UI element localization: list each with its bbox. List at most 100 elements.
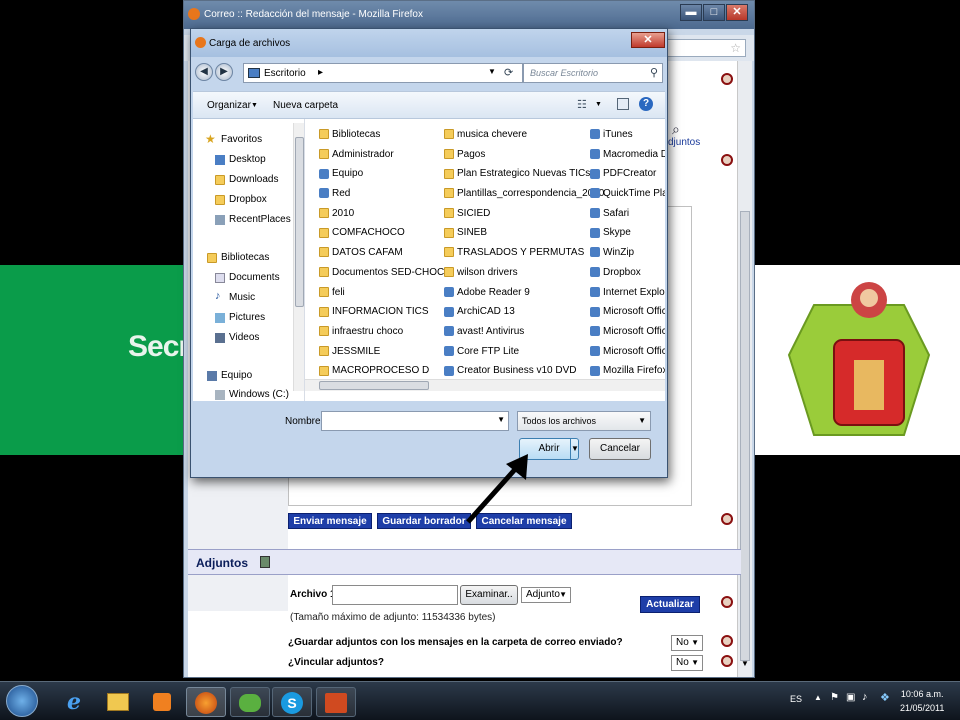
link-attachments-select[interactable]: No ▼ [671,655,703,671]
page-scrollbar-thumb[interactable] [740,211,750,661]
file-list-item[interactable]: Dropbox [590,267,665,287]
file-list-item[interactable]: Bibliotecas [319,129,439,149]
adjuntos-link[interactable]: djuntos [668,137,700,148]
file-list-item[interactable]: Macromedia Dre [590,149,665,169]
language-indicator[interactable]: ES [790,694,802,704]
sidebar-item-dropbox[interactable]: Dropbox [229,194,267,205]
favorites-header[interactable]: Favoritos [221,134,262,145]
sidebar-item-downloads[interactable]: Downloads [229,174,278,185]
save-draft-button[interactable]: Guardar borrador [377,513,471,529]
file-list-item[interactable]: Internet Explorer [590,287,665,307]
file-list-item[interactable]: Administrador [319,149,439,169]
file-list-item[interactable]: COMFACHOCO [319,227,439,247]
file-list-item[interactable]: Skype [590,227,665,247]
filename-input[interactable]: ▼ [321,411,509,431]
file-list-item[interactable]: JESSMILE [319,346,439,366]
computer-header[interactable]: Equipo [221,370,252,381]
help-icon[interactable] [721,513,733,525]
search-icon[interactable]: ⚲ [650,66,658,79]
browse-button[interactable]: Examinar.. [460,585,518,605]
navigation-scrollbar-thumb[interactable] [295,137,304,307]
maximize-button[interactable]: □ [703,4,725,21]
sidebar-item-recentplaces[interactable]: RecentPlaces [229,214,291,225]
file-list-item[interactable]: Microsoft Office [590,306,665,326]
clock[interactable]: 10:06 a.m. 21/05/2011 [900,687,944,715]
organize-menu[interactable]: Organizar [207,100,251,111]
file-list-item[interactable]: feli [319,287,439,307]
volume-icon[interactable]: ♪ [862,691,868,703]
powerpoint-icon[interactable] [316,687,356,717]
file-list-item[interactable]: SINEB [444,227,586,247]
sidebar-item-videos[interactable]: Videos [229,332,259,343]
sidebar-item-documents[interactable]: Documents [229,272,280,283]
back-arrow-icon[interactable]: ◀ [195,63,213,81]
file-list-item[interactable]: INFORMACION TICS [319,306,439,326]
file-input[interactable] [332,585,458,605]
cancel-button[interactable]: Cancelar [589,438,651,460]
file-list-item[interactable]: Documentos SED-CHOCO [319,267,452,287]
file-list-item[interactable]: Microsoft Office [590,346,665,366]
help-icon[interactable] [721,73,733,85]
start-button[interactable] [6,685,38,717]
file-list-hscrollbar[interactable] [305,379,665,391]
file-list-hscrollbar-thumb[interactable] [319,381,429,390]
internet-explorer-icon[interactable]: e [54,687,94,717]
navigation-scrollbar[interactable] [293,123,304,391]
file-list-item[interactable]: Plan Estrategico Nuevas TICs [444,168,590,188]
explorer-icon[interactable] [98,687,138,717]
url-field-end[interactable]: ☆ [664,39,746,57]
sidebar-item-desktop[interactable]: Desktop [229,154,266,165]
file-list-item[interactable]: ArchiCAD 13 [444,306,586,326]
file-list-item[interactable]: QuickTime Playe [590,188,665,208]
file-list-item[interactable]: iTunes [590,129,665,149]
help-icon[interactable] [721,655,733,667]
sidebar-item-music[interactable]: Music [229,292,255,303]
chevron-down-icon[interactable]: ▼ [497,415,505,424]
chevron-down-icon[interactable]: ▼ [595,101,602,108]
view-options-icon[interactable]: ☷ [577,98,587,111]
path-separator-icon[interactable]: ▸ [318,67,323,78]
show-hidden-icons-icon[interactable]: ▲ [814,693,822,702]
file-list-item[interactable]: avast! Antivirus [444,326,586,346]
close-button[interactable]: ✕ [726,4,748,21]
file-list-item[interactable]: Adobe Reader 9 [444,287,586,307]
help-icon[interactable] [721,635,733,647]
firefox-taskbar-icon[interactable] [186,687,226,717]
file-list-item[interactable]: Red [319,188,439,208]
file-list-item[interactable]: musica chevere [444,129,586,149]
help-icon[interactable] [721,154,733,166]
file-list-item[interactable]: Equipo [319,168,439,188]
chevron-down-icon[interactable]: ▼ [251,102,258,109]
messenger-icon[interactable] [230,687,270,717]
file-list-item[interactable]: WinZip [590,247,665,267]
file-list-item[interactable]: DATOS CAFAM [319,247,439,267]
help-icon[interactable] [721,596,733,608]
network-icon[interactable]: ▣ [846,692,855,703]
path-bar[interactable]: Escritorio ▸ ▼ ⟳ [243,63,523,83]
refresh-icon[interactable]: ⟳ [504,66,513,79]
media-player-icon[interactable] [142,687,182,717]
update-button[interactable]: Actualizar [640,596,700,613]
new-folder-button[interactable]: Nueva carpeta [273,100,338,111]
attachment-type-select[interactable]: Adjunto ▼ [521,587,571,603]
dropbox-icon[interactable]: ❖ [880,691,890,704]
file-list-item[interactable]: TRASLADOS Y PERMUTAS [444,247,586,267]
sidebar-item-pictures[interactable]: Pictures [229,312,265,323]
file-list-item[interactable]: Plantillas_correspondencia_2010 [444,188,604,208]
minimize-button[interactable]: ▬ [680,4,702,21]
file-list-item[interactable]: PDFCreator [590,168,665,188]
chevron-down-icon[interactable]: ▼ [488,67,496,76]
file-list-item[interactable]: SICIED [444,208,586,228]
file-list-item[interactable]: Safari [590,208,665,228]
send-button[interactable]: Enviar mensaje [288,513,372,529]
file-list-item[interactable]: wilson drivers [444,267,586,287]
save-attachments-select[interactable]: No ▼ [671,635,703,651]
forward-arrow-icon[interactable]: ▶ [215,63,233,81]
libraries-header[interactable]: Bibliotecas [221,252,269,263]
scroll-down-icon[interactable]: ▼ [741,659,749,668]
dialog-close-button[interactable]: ✕ [631,32,665,48]
skype-icon[interactable]: S [272,687,312,717]
help-icon[interactable]: ? [639,97,653,111]
page-scrollbar[interactable]: ▼ [737,61,752,677]
paperclip-icon[interactable]: ⌕ [672,121,680,138]
